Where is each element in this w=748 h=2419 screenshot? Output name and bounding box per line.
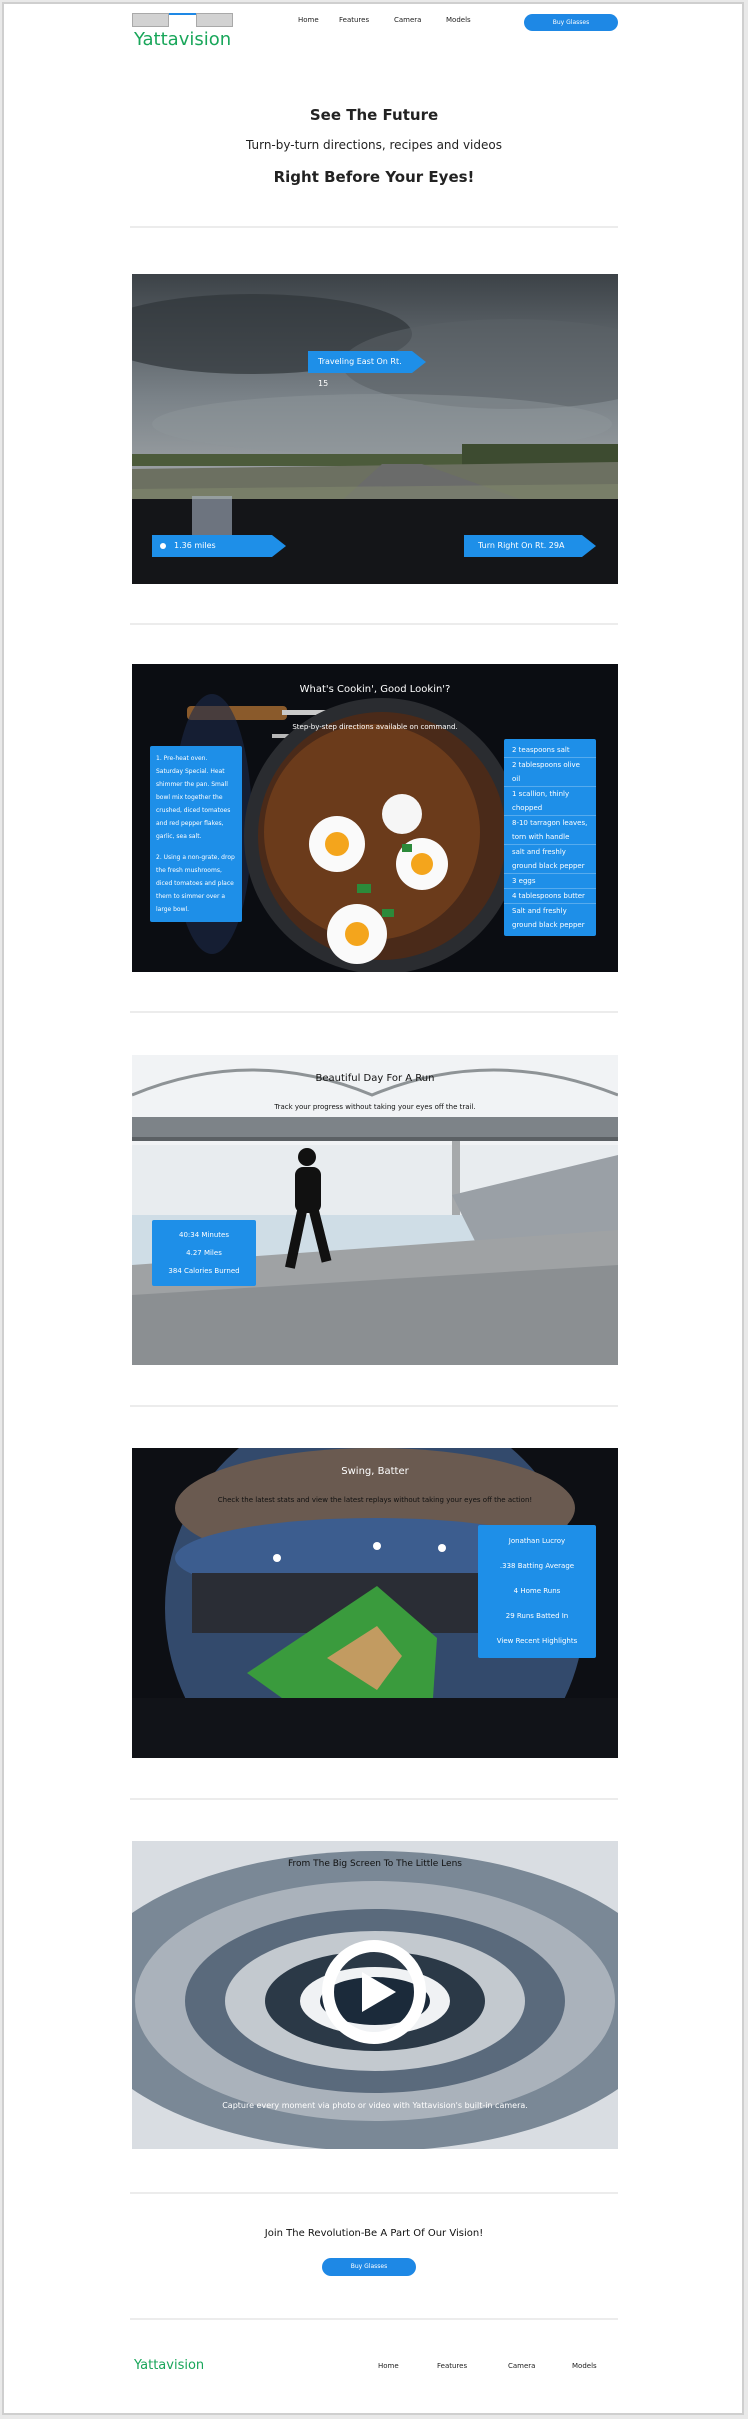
cta-text: Join The Revolution-Be A Part Of Our Vis… [264,2228,484,2239]
footer-logo[interactable]: Yattavision [134,2358,204,2373]
ingredient-item: 2 tablespoons olive oil [504,758,596,787]
distance-value: 1.36 miles [174,541,216,550]
run-title: Beautiful Day For A Run [315,1073,435,1084]
batting-average: .338 Batting Average [499,1562,575,1570]
divider [130,226,618,228]
run-stats: 40:34 Minutes 4.27 Miles 384 Calories Bu… [152,1220,256,1286]
divider [130,1798,618,1800]
player-name: Jonathan Lucroy [508,1537,566,1545]
recipe-steps: 1. Pre-heat oven. Saturday Special. Heat… [150,746,242,922]
nav-models[interactable]: Models [446,16,471,24]
ingredient-item: Salt and freshly ground black pepper [512,907,585,929]
divider [130,1011,618,1013]
ingredient-item: 8-10 tarragon leaves, torn with handle [504,816,596,845]
camera-panel: From The Big Screen To The Little Lens C… [132,1841,618,2149]
footer-nav-camera[interactable]: Camera [508,2362,535,2370]
direction-label: Traveling East On Rt. 15 [308,351,426,388]
directions-panel: Traveling East On Rt. 15 1.36 miles Turn… [132,274,618,584]
glasses-logo-icon [132,13,233,27]
footer-nav-models[interactable]: Models [572,2362,597,2370]
divider [130,623,618,625]
ingredient-item: 2 teaspoons salt [504,743,596,758]
runs-batted-in: 29 Runs Batted In [505,1612,569,1620]
ingredient-item: salt and freshly ground black pepper [504,845,596,874]
divider [130,2192,618,2194]
run-stat: 4.27 Miles [186,1249,222,1257]
distance-label: 1.36 miles [152,535,286,557]
header-logo[interactable]: Yattavision [134,29,231,50]
camera-caption: Capture every moment via photo or video … [222,2101,528,2110]
play-icon [362,1972,396,2012]
cta-buy-button[interactable]: Buy Glasses [322,2258,416,2276]
location-dot-icon [160,543,166,549]
baseball-title: Swing, Batter [341,1466,409,1477]
divider [130,2318,618,2320]
run-stat: 40:34 Minutes [179,1231,229,1239]
ingredient-item: 3 eggs [504,874,596,889]
nav-features[interactable]: Features [339,16,369,24]
recipe-subtitle: Step-by-step directions available on com… [292,723,458,731]
turn-label: Turn Right On Rt. 29A [464,535,596,557]
footer-nav-features[interactable]: Features [437,2362,467,2370]
baseball-subtitle: Check the latest stats and view the late… [217,1496,533,1504]
divider [130,1405,618,1407]
home-runs: 4 Home Runs [513,1587,561,1595]
recipe-step: 1. Pre-heat oven. Saturday Special. Heat… [156,755,231,840]
run-panel: Beautiful Day For A Run Track your progr… [132,1055,618,1365]
ingredient-item: 1 scallion, thinly chopped [504,787,596,816]
baseball-panel: Swing, Batter Check the latest stats and… [132,1448,618,1758]
runner-figure [285,1148,332,1269]
run-stat: 384 Calories Burned [168,1267,240,1275]
nav-camera[interactable]: Camera [394,16,421,24]
view-highlights-link[interactable]: View Recent Highlights [478,1629,596,1654]
bridge-image [132,1055,618,1365]
ingredient-item: 4 tablespoons butter [504,889,596,904]
play-button[interactable] [322,1940,426,2044]
recipe-title: What's Cookin', Good Lookin'? [299,684,451,695]
camera-title: From The Big Screen To The Little Lens [287,1859,462,1869]
nav-home[interactable]: Home [298,16,319,24]
baseball-stats: Jonathan Lucroy .338 Batting Average 4 H… [478,1525,596,1658]
ingredients-list: 2 teaspoons salt 2 tablespoons olive oil… [504,739,596,936]
hero-heading: See The Future [309,106,439,124]
hero-tagline: Right Before Your Eyes! [273,168,475,186]
header-buy-button[interactable]: Buy Glasses [524,14,618,31]
footer-nav-home[interactable]: Home [378,2362,399,2370]
run-subtitle: Track your progress without taking your … [274,1103,476,1111]
recipe-step: 2. Using a non-grate, drop the fresh mus… [156,854,235,913]
hero-subheading: Turn-by-turn directions, recipes and vid… [245,138,502,152]
recipe-panel: What's Cookin', Good Lookin'? Step-by-st… [132,664,618,972]
